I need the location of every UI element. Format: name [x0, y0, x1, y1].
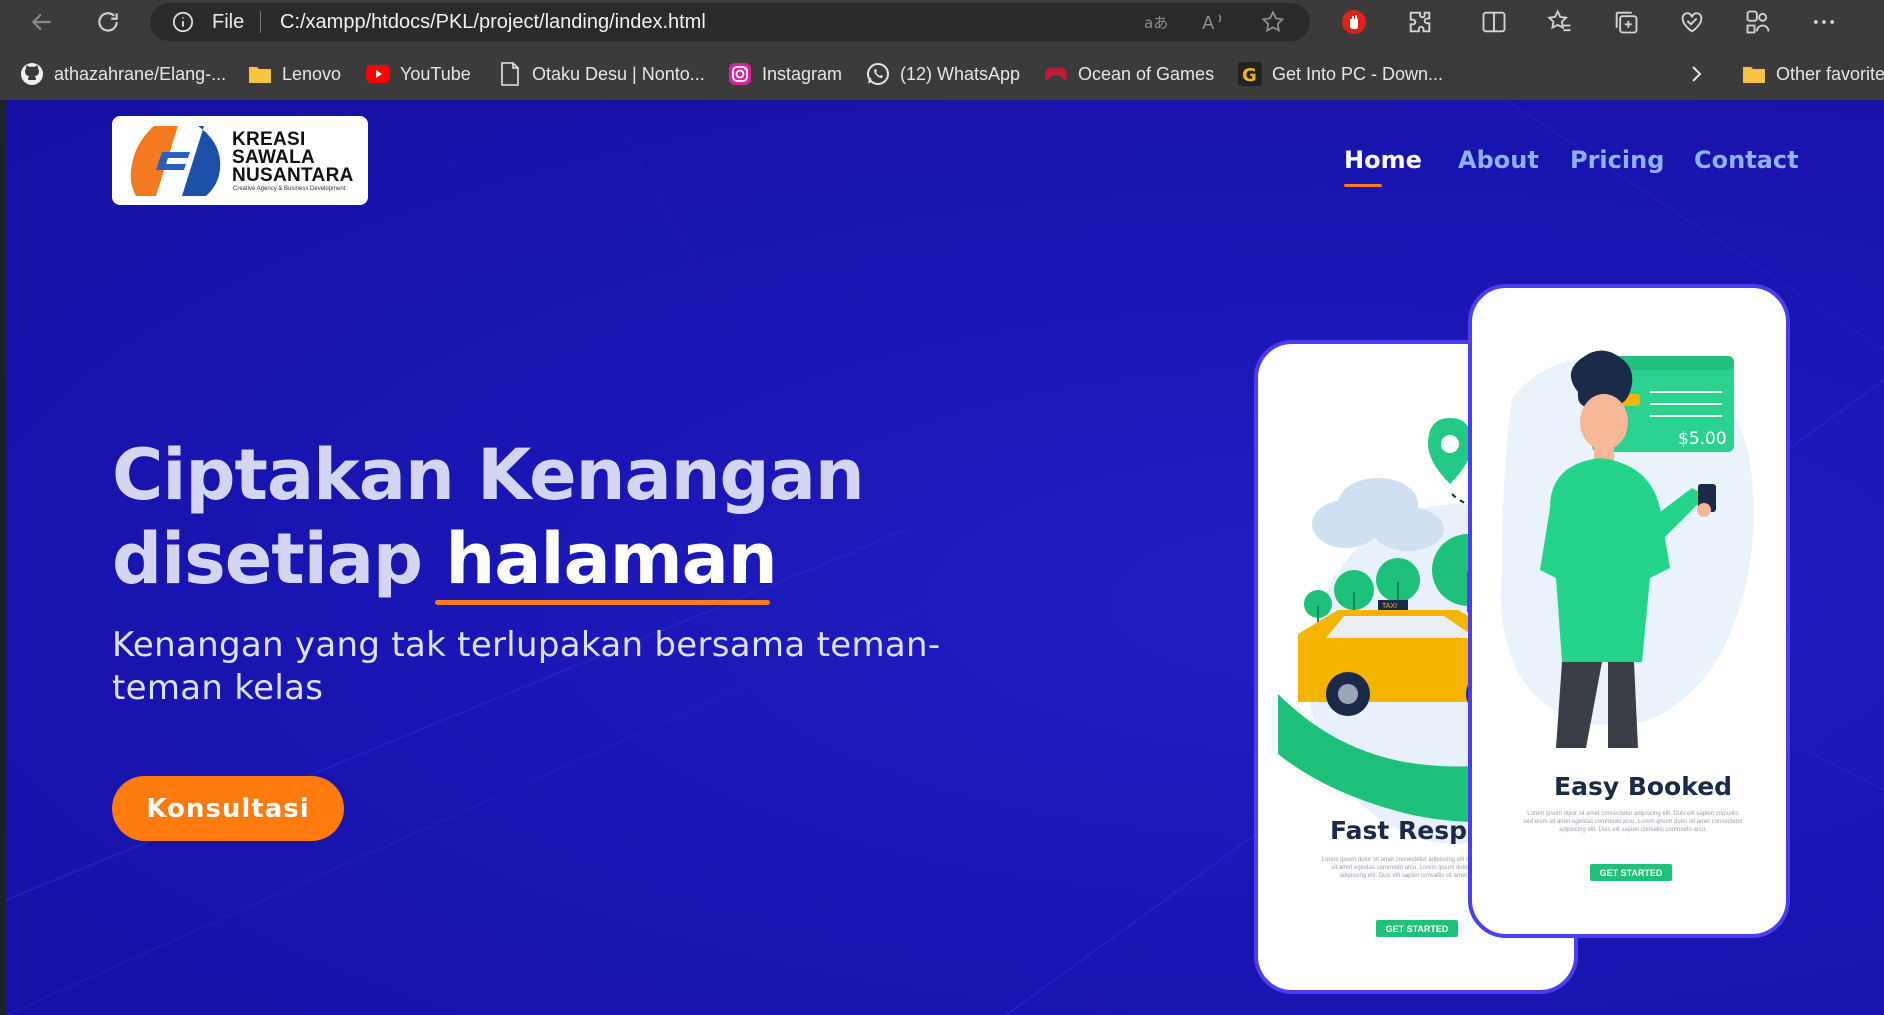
bookmark-label: Get Into PC - Down... [1272, 63, 1444, 84]
bookmarks-overflow-chevron-icon[interactable] [1690, 60, 1704, 88]
address-separator [260, 11, 261, 33]
nav-pricing[interactable]: Pricing [1570, 146, 1664, 174]
hero-title-highlight: halaman [445, 518, 777, 600]
nav-contact[interactable]: Contact [1694, 146, 1799, 174]
booking-illustration: $5.00 [1500, 350, 1754, 748]
bookmark-getintopc[interactable]: G Get Into PC - Down... [1238, 60, 1443, 88]
whatsapp-icon [866, 62, 890, 86]
hero-title-line2: disetiap halaman [112, 518, 778, 600]
price-text: $5.00 [1678, 429, 1727, 449]
address-bar[interactable]: File C:/xampp/htdocs/PKL/project/landing… [150, 3, 1310, 41]
folder-icon [1742, 62, 1766, 86]
url-text[interactable]: C:/xampp/htdocs/PKL/project/landing/inde… [280, 11, 706, 34]
nav-about[interactable]: About [1458, 146, 1539, 174]
protocol-label: File [212, 11, 245, 33]
info-icon[interactable] [172, 11, 194, 33]
youtube-icon [366, 62, 390, 86]
browser-toolbar: File C:/xampp/htdocs/PKL/project/landing… [0, 0, 1884, 44]
phone-front-title: Easy Booked [1554, 772, 1733, 801]
favorites-icon[interactable] [1546, 8, 1574, 36]
bookmark-label: Lenovo [282, 63, 342, 84]
landing-page: KREASI SAWALA NUSANTARA Creative Agency … [6, 100, 1884, 1015]
bookmark-label: YouTube [400, 63, 471, 84]
hero-subtitle: Kenangan yang tak terlupakan bersama tem… [112, 625, 941, 708]
nav-active-indicator [1344, 184, 1382, 187]
profile-switch-icon[interactable] [1744, 8, 1772, 36]
browser-chrome: File C:/xampp/htdocs/PKL/project/landing… [0, 0, 1884, 100]
svg-text:G: G [1242, 65, 1257, 86]
translate-icon[interactable]: aあ [1142, 9, 1168, 35]
hero-highlight-underline [435, 600, 770, 605]
bookmark-youtube[interactable]: YouTube [366, 60, 471, 88]
site-logo[interactable]: KREASI SAWALA NUSANTARA Creative Agency … [112, 116, 368, 205]
bookmark-label: Other favorite [1776, 63, 1884, 84]
folder-icon [248, 62, 272, 86]
hero-title-prefix: disetiap [112, 518, 446, 600]
favorite-star-icon[interactable] [1260, 9, 1286, 35]
bookmark-other-favorites[interactable]: Other favorite [1742, 60, 1884, 88]
more-menu-icon[interactable] [1810, 8, 1838, 36]
bookmark-label: athazahrane/Elang-... [54, 63, 227, 84]
gamepad-icon [1044, 62, 1068, 86]
getintopc-icon: G [1238, 62, 1262, 86]
bookmark-oceanofgames[interactable]: Ocean of Games [1044, 60, 1214, 88]
refresh-icon[interactable] [92, 6, 124, 38]
phone-front-body: Lorem ipsum dolor sit amet consectetur a… [1523, 811, 1743, 833]
bookmark-instagram[interactable]: Instagram [728, 60, 842, 88]
bookmark-lenovo[interactable]: Lenovo [248, 60, 341, 88]
browser-essentials-icon[interactable] [1678, 8, 1706, 36]
phone-front-get-started-button[interactable]: GET STARTED [1590, 864, 1672, 881]
bookmark-label: Instagram [762, 63, 843, 84]
github-icon [20, 62, 44, 86]
phone-back-get-started-button[interactable]: GET STARTED [1376, 920, 1458, 937]
read-aloud-icon[interactable]: A [1200, 9, 1226, 35]
hero-title-line1: Ciptakan Kenangan [112, 434, 865, 516]
bookmarks-bar: athazahrane/Elang-... Lenovo YouTube Ota… [0, 56, 1884, 92]
bookmark-whatsapp[interactable]: (12) WhatsApp [866, 60, 1020, 88]
logo-mark-icon [130, 126, 221, 196]
split-screen-icon[interactable] [1480, 8, 1508, 36]
extensions-puzzle-icon[interactable] [1406, 8, 1434, 36]
instagram-icon [728, 62, 752, 86]
bookmark-label: Ocean of Games [1078, 63, 1215, 84]
svg-text:aあ: aあ [1144, 14, 1168, 32]
bookmark-github[interactable]: athazahrane/Elang-... [20, 60, 226, 88]
logo-tagline: Creative Agency & Business Development [233, 186, 346, 192]
konsultasi-button[interactable]: Konsultasi [112, 776, 344, 841]
collections-icon[interactable] [1612, 8, 1640, 36]
page-icon [498, 62, 522, 86]
svg-text:A: A [1202, 13, 1215, 34]
bookmark-otakudesu[interactable]: Otaku Desu | Nonto... [498, 60, 705, 88]
bookmark-label: Otaku Desu | Nonto... [532, 63, 705, 84]
logo-text-line3: NUSANTARA [232, 165, 354, 186]
phone-mockup-easy-booked: $5.00 Easy Booked Lorem ipsum dolor sit … [1468, 284, 1790, 938]
bookmark-label: (12) WhatsApp [900, 63, 1021, 84]
taxi-sign-text: TAXI [1382, 603, 1397, 610]
nav-home[interactable]: Home [1344, 146, 1422, 174]
back-arrow-icon[interactable] [26, 6, 58, 38]
adblock-extension-icon[interactable] [1340, 8, 1368, 36]
